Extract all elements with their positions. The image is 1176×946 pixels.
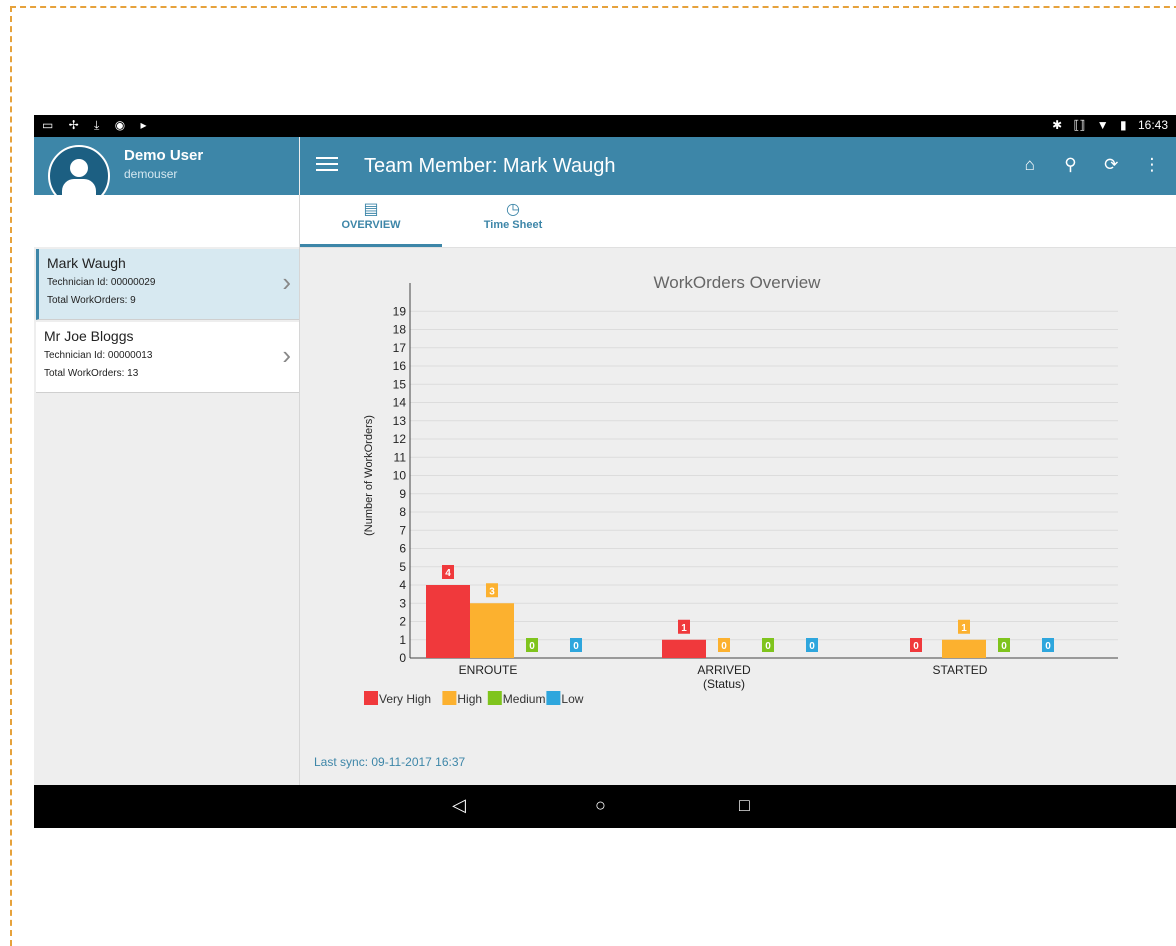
- avatar-head-icon: [70, 159, 88, 177]
- y-tick-label: 11: [394, 450, 407, 464]
- wifi-icon: ▼: [1096, 118, 1109, 132]
- more-options-icon[interactable]: ⋮: [1138, 155, 1166, 175]
- y-tick-label: 6: [399, 542, 406, 556]
- y-tick-label: 3: [399, 596, 406, 610]
- legend-label: Medium: [503, 692, 546, 706]
- user-login: demouser: [124, 167, 178, 181]
- overview-panel: WorkOrders Overview 0 1 2 3 4 5 6 7 8 9 10 11 12 13 14 1…: [300, 248, 1176, 785]
- y-tick-label: 18: [393, 323, 407, 337]
- menu-icon[interactable]: [316, 157, 338, 173]
- sidebar-header-space: [34, 195, 299, 247]
- legend-swatch: [364, 691, 378, 705]
- y-tick-label: 13: [393, 414, 407, 428]
- battery-icon: ▮: [1120, 118, 1127, 132]
- y-tick-label: 5: [399, 560, 406, 574]
- y-tick-label: 14: [393, 396, 407, 410]
- member-name: Mr Joe Bloggs: [44, 328, 134, 344]
- status-bar: ▭ ✢ ⤓ ◉ ▸ ✱ ⟦⟧ ▼ ▮ 16:43: [34, 115, 1176, 137]
- home-icon[interactable]: ⌂: [1016, 155, 1044, 175]
- y-tick-label: 9: [399, 487, 406, 501]
- vibrate-icon: ⟦⟧: [1073, 118, 1086, 132]
- navigation-bar: ◁ ○ □: [34, 785, 1176, 828]
- y-tick-label: 2: [399, 615, 406, 629]
- tab-time-sheet-label: Time Sheet: [483, 219, 543, 231]
- team-member-list: Mark Waugh Technician Id: 00000029 Total…: [34, 195, 300, 785]
- x-axis-label: (Status): [703, 677, 745, 691]
- location-icon[interactable]: ⚲: [1057, 155, 1085, 175]
- member-technician-id: Technician Id: 00000013: [44, 350, 153, 361]
- y-tick-label: 12: [393, 432, 407, 446]
- tab-overview[interactable]: ▤ OVERVIEW: [300, 195, 442, 247]
- legend-label: Very High: [379, 692, 431, 706]
- data-label: 0: [721, 641, 727, 652]
- y-tick-label: 17: [393, 341, 407, 355]
- tab-overview-label: OVERVIEW: [341, 219, 401, 231]
- recents-icon[interactable]: □: [739, 795, 750, 816]
- clock: 16:43: [1137, 118, 1168, 132]
- appbar-actions: ⌂ ⚲ ⟳ ⋮: [1008, 155, 1166, 175]
- notification-icons: ▭ ✢ ⤓ ◉ ▸: [42, 118, 153, 132]
- bar-high: [470, 603, 514, 658]
- member-name: Mark Waugh: [47, 255, 126, 271]
- data-label: 0: [1001, 641, 1007, 652]
- legend-label: Low: [561, 692, 583, 706]
- y-tick-label: 19: [393, 304, 407, 318]
- y-tick-label: 15: [393, 377, 407, 391]
- bar-very-high: [426, 585, 470, 658]
- list-item-member[interactable]: Mr Joe Bloggs Technician Id: 00000013 To…: [36, 322, 299, 393]
- member-technician-id: Technician Id: 00000029: [47, 277, 156, 288]
- x-tick-label: STARTED: [933, 663, 988, 677]
- y-tick-label: 10: [393, 469, 407, 483]
- chart-title: WorkOrders Overview: [654, 273, 822, 292]
- y-tick-label: 7: [399, 523, 406, 537]
- data-label: 0: [529, 641, 535, 652]
- y-tick-label: 8: [399, 505, 406, 519]
- legend-label: High: [457, 692, 482, 706]
- back-icon[interactable]: ◁: [452, 795, 466, 816]
- workorders-chart: WorkOrders Overview012345678910111213141…: [363, 273, 1118, 706]
- page-title: Team Member: Mark Waugh: [364, 155, 616, 177]
- legend-swatch: [487, 691, 502, 705]
- y-tick-label: 1: [399, 633, 406, 647]
- data-label: 4: [445, 568, 451, 579]
- tablet-screen: ▭ ✢ ⤓ ◉ ▸ ✱ ⟦⟧ ▼ ▮ 16:43 Demo User demou…: [34, 115, 1176, 828]
- app-bar: Team Member: Mark Waugh ⌂ ⚲ ⟳ ⋮: [300, 137, 1176, 195]
- last-sync-text: Last sync: 09-11-2017 16:37: [314, 755, 466, 769]
- data-label: 3: [489, 586, 495, 597]
- status-right: ✱ ⟦⟧ ▼ ▮ 16:43: [1044, 118, 1168, 132]
- y-tick-label: 16: [393, 359, 407, 373]
- data-label: 0: [573, 641, 579, 652]
- tab-bar: ▤ OVERVIEW ◷ Time Sheet: [300, 195, 1176, 248]
- bar-very-high: [662, 639, 706, 658]
- legend-swatch: [442, 691, 457, 705]
- y-axis-label: (Number of WorkOrders): [363, 415, 375, 536]
- tab-time-sheet[interactable]: ◷ Time Sheet: [442, 195, 584, 247]
- member-total-workorders: Total WorkOrders: 13: [44, 368, 139, 379]
- member-total-workorders: Total WorkOrders: 9: [47, 295, 136, 306]
- list-item-member[interactable]: Mark Waugh Technician Id: 00000029 Total…: [36, 249, 299, 320]
- data-label: 0: [809, 641, 815, 652]
- user-name: Demo User: [124, 147, 204, 164]
- chevron-right-icon: ›: [282, 340, 291, 370]
- data-label: 0: [765, 641, 771, 652]
- chevron-right-icon: ›: [282, 267, 291, 297]
- data-label: 0: [913, 641, 919, 652]
- clock-icon: ◷: [506, 201, 520, 218]
- bar-high: [942, 639, 986, 658]
- user-profile[interactable]: Demo User demouser: [34, 137, 299, 207]
- y-tick-label: 4: [399, 578, 406, 592]
- sync-icon[interactable]: ⟳: [1097, 155, 1125, 175]
- data-label: 0: [1045, 641, 1051, 652]
- x-tick-label: ARRIVED: [697, 663, 751, 677]
- home-circle-icon[interactable]: ○: [595, 795, 606, 816]
- bluetooth-icon: ✱: [1052, 118, 1063, 132]
- data-label: 1: [961, 623, 967, 634]
- x-tick-label: ENROUTE: [459, 663, 518, 677]
- data-label: 1: [681, 623, 687, 634]
- document-icon: ▤: [363, 201, 379, 218]
- legend-swatch: [546, 691, 561, 705]
- y-tick-label: 0: [399, 651, 406, 665]
